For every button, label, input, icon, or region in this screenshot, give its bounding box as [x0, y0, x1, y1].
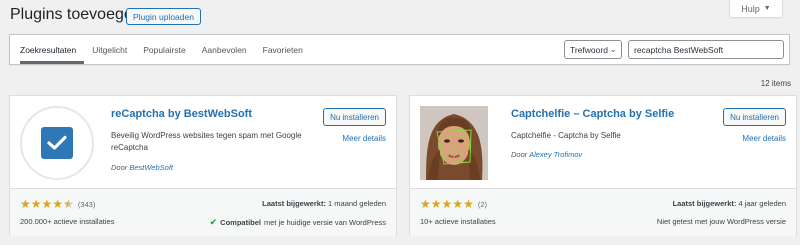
search-type-value: Trefwoord [570, 44, 608, 55]
plugin-card-bottom: ★ ★ ★ ★ ★ (343) 200.000+ actieve install… [10, 188, 396, 236]
author-prefix: Door [511, 150, 528, 159]
star-filled-icon: ★ [430, 197, 442, 211]
star-filled-icon: ★ [30, 197, 42, 211]
caret-down-icon: ▼ [763, 5, 771, 12]
plugin-author: Door Alexey Trofimov [511, 150, 582, 159]
last-updated: Laatst bijgewerkt: 1 maand geleden [262, 199, 386, 208]
star-filled-icon: ★ [41, 197, 53, 211]
author-link[interactable]: BestWebSoft [129, 163, 173, 172]
page-title: Plugins toevoegen [10, 6, 142, 23]
plugin-card-top: reCaptcha by BestWebSoft Beveilig WordPr… [10, 96, 396, 188]
filter-bar: Zoekresultaten Uitgelicht Populairste Aa… [9, 34, 790, 65]
compatibility: Niet getest met jouw WordPress versie [657, 217, 786, 226]
star-rating: ★ ★ ★ ★ ★ (2) [420, 198, 487, 210]
search-input-value: recaptcha BestWebSoft [634, 44, 724, 55]
star-filled-icon: ★ [441, 197, 453, 211]
more-details-link[interactable]: Meer details [742, 134, 786, 143]
plugin-icon[interactable] [20, 106, 94, 180]
star-filled-icon: ★ [52, 197, 64, 211]
star-filled-icon: ★ [452, 197, 464, 211]
last-updated-value: 1 maand geleden [328, 199, 386, 208]
plugin-card-top: Captchelfie – Captcha by Selfie Captchel… [410, 96, 796, 188]
star-rating: ★ ★ ★ ★ ★ (343) [20, 198, 95, 210]
plugin-card: reCaptcha by BestWebSoft Beveilig WordPr… [9, 95, 397, 236]
last-updated-label: Laatst bijgewerkt: [262, 199, 326, 208]
author-link[interactable]: Alexey Trofimov [529, 150, 582, 159]
plugin-author: Door BestWebSoft [111, 163, 173, 172]
plugin-name-link[interactable]: reCaptcha by BestWebSoft [111, 108, 252, 120]
star-filled-icon: ★ [420, 197, 431, 211]
rating-count[interactable]: (2) [478, 200, 487, 209]
compat-bold: Compatibel [220, 218, 261, 227]
compat-text: met je huidige versie van WordPress [264, 218, 386, 227]
search-input[interactable]: recaptcha BestWebSoft [628, 40, 784, 59]
rating-count[interactable]: (343) [78, 200, 96, 209]
tab-popular[interactable]: Populairste [135, 35, 194, 64]
plugin-icon[interactable] [420, 106, 494, 180]
checkmark-icon [20, 106, 94, 180]
more-details-link[interactable]: Meer details [342, 134, 386, 143]
tab-search-results[interactable]: Zoekresultaten [20, 35, 85, 64]
compatibility: ✔ Compatibel met je huidige versie van W… [210, 217, 386, 228]
last-updated-label: Laatst bijgewerkt: [672, 199, 737, 208]
author-prefix: Door [111, 163, 128, 172]
upload-plugin-button[interactable]: Plugin uploaden [126, 8, 201, 25]
filter-tabs: Zoekresultaten Uitgelicht Populairste Aa… [20, 35, 311, 64]
plugin-card: Captchelfie – Captcha by Selfie Captchel… [409, 95, 797, 236]
item-count: 12 items [760, 79, 791, 88]
plugin-name-link[interactable]: Captchelfie – Captcha by Selfie [511, 108, 674, 120]
last-updated: Laatst bijgewerkt: 4 jaar geleden [673, 199, 786, 208]
search-type-select[interactable]: Trefwoord ⌄ [564, 40, 622, 59]
compat-text: Niet getest met jouw WordPress versie [656, 217, 786, 226]
plugin-description: Captchelfie - Captcha by Selfie [511, 131, 621, 140]
active-installs: 200.000+ actieve installaties [20, 217, 115, 226]
star-half-icon: ★ [63, 197, 74, 211]
help-label: Hulp [741, 3, 760, 14]
star-filled-icon: ★ [20, 197, 31, 211]
tab-featured[interactable]: Uitgelicht [84, 35, 135, 64]
last-updated-value: 4 jaar geleden [738, 199, 786, 208]
chevron-down-icon: ⌄ [609, 44, 617, 54]
check-icon: ✔ [209, 217, 218, 227]
install-now-button[interactable]: Nu installeren [723, 108, 786, 126]
plugin-card-bottom: ★ ★ ★ ★ ★ (2) 10+ actieve installaties L… [410, 188, 796, 236]
tab-recommended[interactable]: Aanbevolen [194, 35, 255, 64]
help-tab[interactable]: Hulp ▼ [729, 0, 783, 18]
tab-favorites[interactable]: Favorieten [255, 35, 311, 64]
install-now-button[interactable]: Nu installeren [323, 108, 386, 126]
active-installs: 10+ actieve installaties [420, 217, 496, 226]
plugin-description: Beveilig WordPress websites tegen spam m… [111, 131, 302, 152]
face-photo-icon [420, 106, 488, 180]
star-filled-icon: ★ [463, 197, 474, 211]
